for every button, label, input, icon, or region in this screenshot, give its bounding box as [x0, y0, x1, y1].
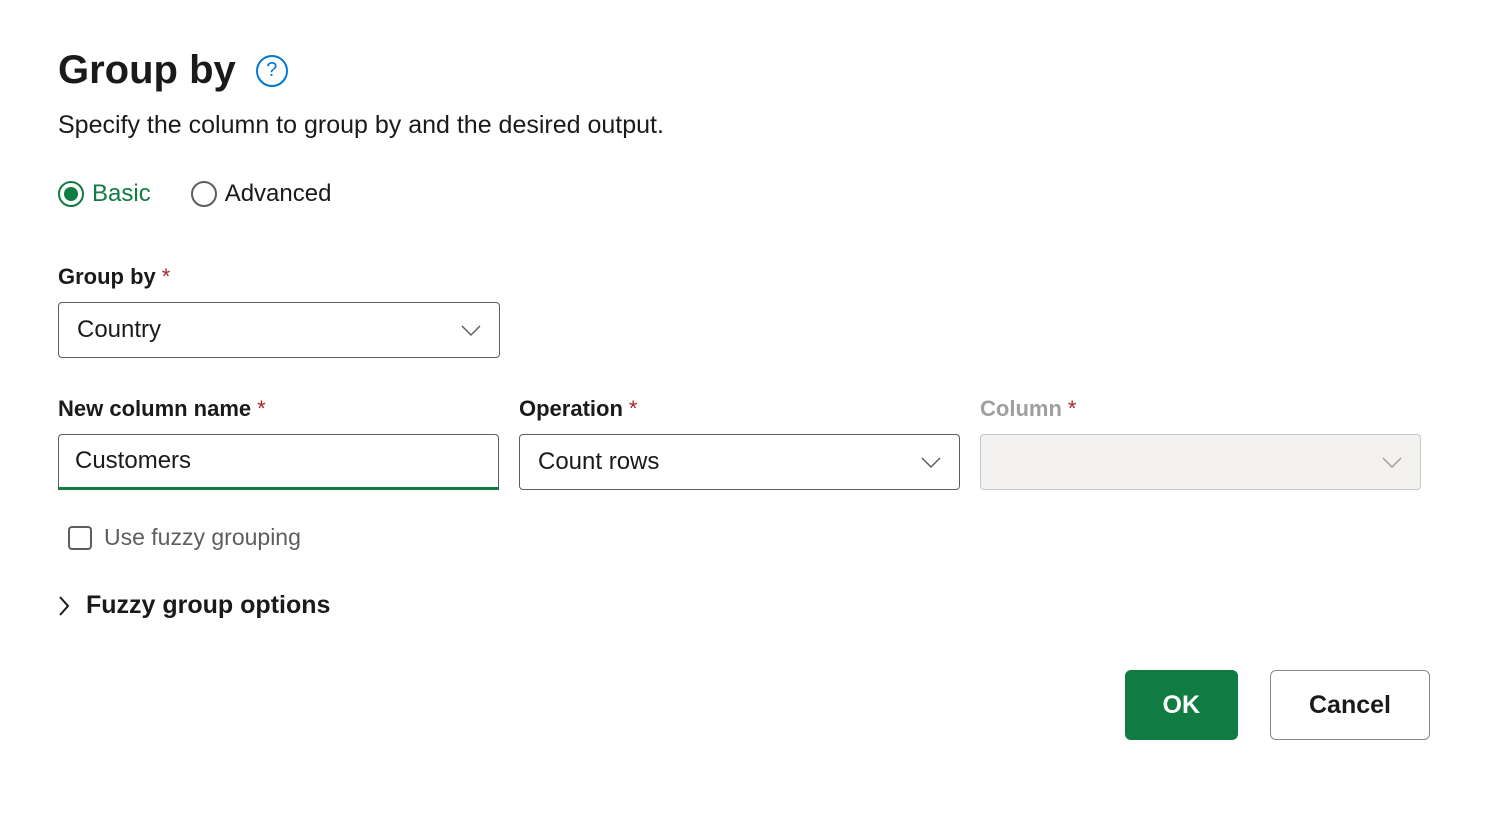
operation-label: Operation * [519, 396, 960, 422]
column-field: Column * [980, 396, 1421, 490]
groupby-section: Group by * Country [58, 264, 1430, 358]
dialog-header: Group by ? [58, 48, 1430, 93]
chevron-right-icon [58, 596, 70, 616]
new-column-input[interactable] [58, 434, 499, 490]
groupby-dropdown[interactable]: Country [58, 302, 500, 358]
checkbox-icon [68, 526, 92, 550]
required-star-icon: * [257, 396, 266, 422]
fuzzy-checkbox-label: Use fuzzy grouping [104, 524, 301, 551]
operation-dropdown[interactable]: Count rows [519, 434, 960, 490]
radio-advanced[interactable]: Advanced [191, 180, 332, 208]
fuzzy-options-expander[interactable]: Fuzzy group options [58, 591, 1430, 620]
dialog-title: Group by [58, 48, 236, 93]
required-star-icon: * [162, 264, 171, 290]
radio-advanced-label: Advanced [225, 180, 332, 208]
radio-basic-label: Basic [92, 180, 151, 208]
cancel-button[interactable]: Cancel [1270, 670, 1430, 740]
new-column-label: New column name * [58, 396, 499, 422]
help-icon[interactable]: ? [256, 55, 288, 87]
radio-checked-icon [58, 181, 84, 207]
chevron-down-icon [1382, 456, 1402, 468]
new-column-field: New column name * [58, 396, 499, 490]
radio-basic[interactable]: Basic [58, 180, 151, 208]
mode-radio-group: Basic Advanced [58, 180, 1430, 208]
fuzzy-options-label: Fuzzy group options [86, 591, 330, 620]
required-star-icon: * [1068, 396, 1077, 422]
groupby-label: Group by * [58, 264, 1430, 290]
required-star-icon: * [629, 396, 638, 422]
column-label: Column * [980, 396, 1421, 422]
operation-dropdown-value: Count rows [538, 448, 659, 476]
groupby-dropdown-value: Country [77, 316, 161, 344]
ok-button[interactable]: OK [1125, 670, 1239, 740]
chevron-down-icon [921, 456, 941, 468]
chevron-down-icon [461, 324, 481, 336]
dialog-subtitle: Specify the column to group by and the d… [58, 111, 1430, 140]
fuzzy-checkbox-row[interactable]: Use fuzzy grouping [58, 524, 1430, 551]
column-dropdown [980, 434, 1421, 490]
operation-field: Operation * Count rows [519, 396, 960, 490]
radio-unchecked-icon [191, 181, 217, 207]
dialog-button-row: OK Cancel [58, 670, 1430, 740]
aggregation-row: New column name * Operation * Count rows… [58, 396, 1430, 490]
